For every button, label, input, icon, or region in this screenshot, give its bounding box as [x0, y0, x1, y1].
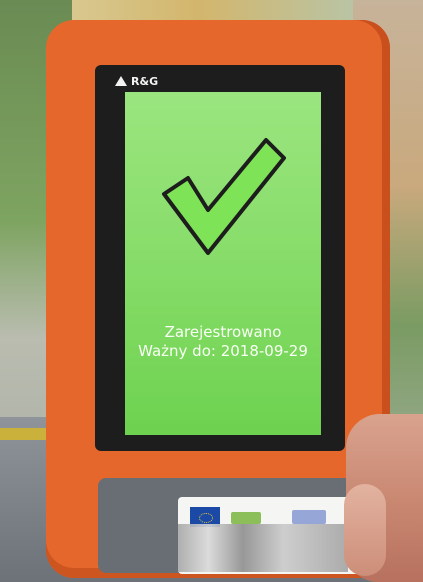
- validity-date: Ważny do: 2018-09-29: [138, 342, 308, 360]
- triangle-logo-icon: [115, 76, 127, 86]
- validator-screen: Zarejestrowano Ważny do: 2018-09-29: [125, 92, 321, 435]
- card-photo-strip: [178, 524, 348, 572]
- thumb: [344, 484, 386, 576]
- brand-name: R&G: [131, 74, 159, 88]
- photo-scene: R&G Zarejestrowano Ważny do: 2018-09-29: [0, 0, 423, 582]
- checkmark-icon: [162, 138, 286, 255]
- registration-status: Zarejestrowano: [164, 323, 282, 341]
- brand-logo: R&G: [115, 73, 173, 89]
- card-logo-right: [292, 510, 326, 524]
- validation-message: Zarejestrowano Ważny do: 2018-09-29: [125, 323, 321, 361]
- card-logo-middle: [231, 512, 261, 524]
